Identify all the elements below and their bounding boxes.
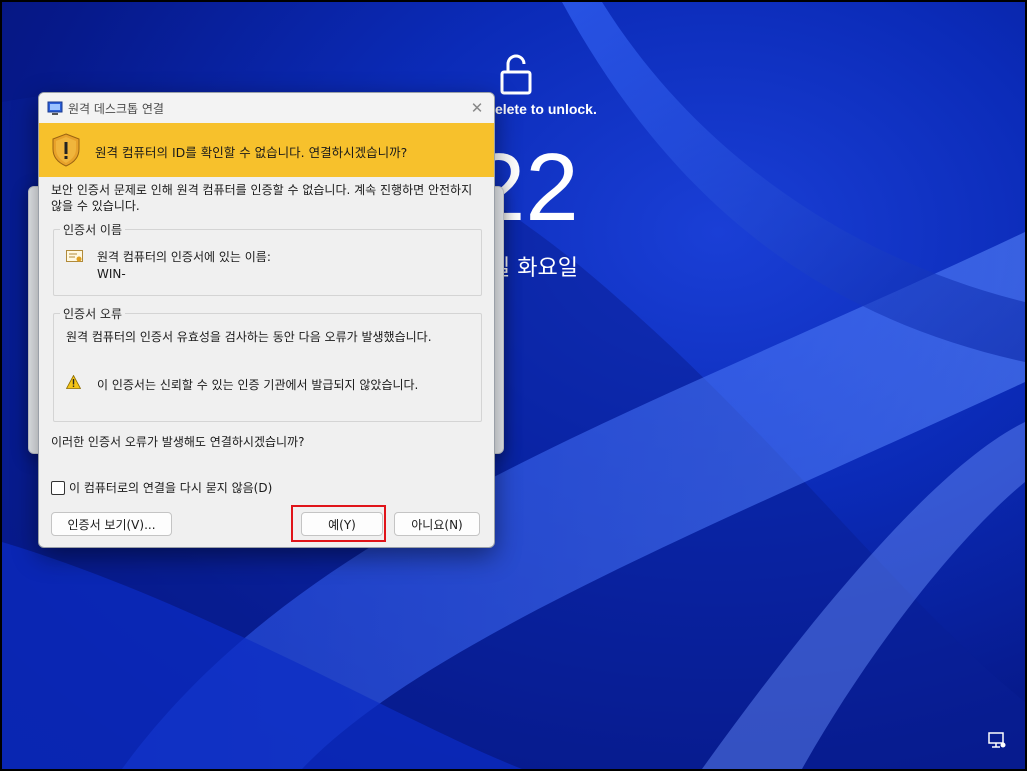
dont-ask-again-row[interactable]: 이 컴퓨터로의 연결을 다시 묻지 않음(D) xyxy=(51,479,272,496)
certificate-error-group: 인증서 오류 원격 컴퓨터의 인증서 유효성을 검사하는 동안 다음 오류가 발… xyxy=(53,305,482,422)
certificate-error-text: 원격 컴퓨터의 인증서 유효성을 검사하는 동안 다음 오류가 발생했습니다. xyxy=(66,330,432,344)
network-icon[interactable] xyxy=(988,731,1006,749)
unlock-icon xyxy=(500,54,532,95)
dialog-title: 원격 데스크톱 연결 xyxy=(68,102,164,116)
certificate-name-value: WIN- xyxy=(97,267,126,281)
certificate-name-legend: 인증서 이름 xyxy=(60,221,126,238)
certificate-icon xyxy=(66,250,83,262)
title-bar[interactable]: 원격 데스크톱 연결 ✕ xyxy=(39,93,494,123)
dont-ask-again-checkbox[interactable] xyxy=(51,480,65,495)
intro-text: 보안 인증서 문제로 인해 원격 컴퓨터를 인증할 수 없습니다. 계속 진행하… xyxy=(51,183,473,213)
connect-question: 이러한 인증서 오류가 발생해도 연결하시겠습니까? xyxy=(51,435,305,449)
close-button[interactable]: ✕ xyxy=(466,97,488,119)
certificate-warning-text: 이 인증서는 신뢰할 수 있는 인증 기관에서 발급되지 않았습니다. xyxy=(97,378,419,392)
no-button[interactable]: 아니요(N) xyxy=(394,512,480,536)
certificate-error-legend: 인증서 오류 xyxy=(60,305,126,322)
banner-message: 원격 컴퓨터의 ID를 확인할 수 없습니다. 연결하시겠습니까? xyxy=(95,145,408,160)
certificate-warning-dialog: 원격 데스크톱 연결 ✕ 원격 컴퓨터의 ID를 확인할 수 없습니다. 연결하… xyxy=(38,92,495,548)
warning-banner: 원격 컴퓨터의 ID를 확인할 수 없습니다. 연결하시겠습니까? xyxy=(39,123,494,177)
certificate-name-group: 인증서 이름 원격 컴퓨터의 인증서에 있는 이름: WIN- xyxy=(53,221,482,296)
view-certificate-button[interactable]: 인증서 보기(V)... xyxy=(51,512,172,536)
dont-ask-again-label[interactable]: 이 컴퓨터로의 연결을 다시 묻지 않음(D) xyxy=(69,479,272,496)
certificate-name-label: 원격 컴퓨터의 인증서에 있는 이름: xyxy=(97,250,271,264)
remote-desktop-icon xyxy=(47,101,63,115)
warning-triangle-icon xyxy=(66,375,81,389)
shield-warning-icon xyxy=(52,133,80,167)
yes-button-highlight xyxy=(291,505,386,542)
